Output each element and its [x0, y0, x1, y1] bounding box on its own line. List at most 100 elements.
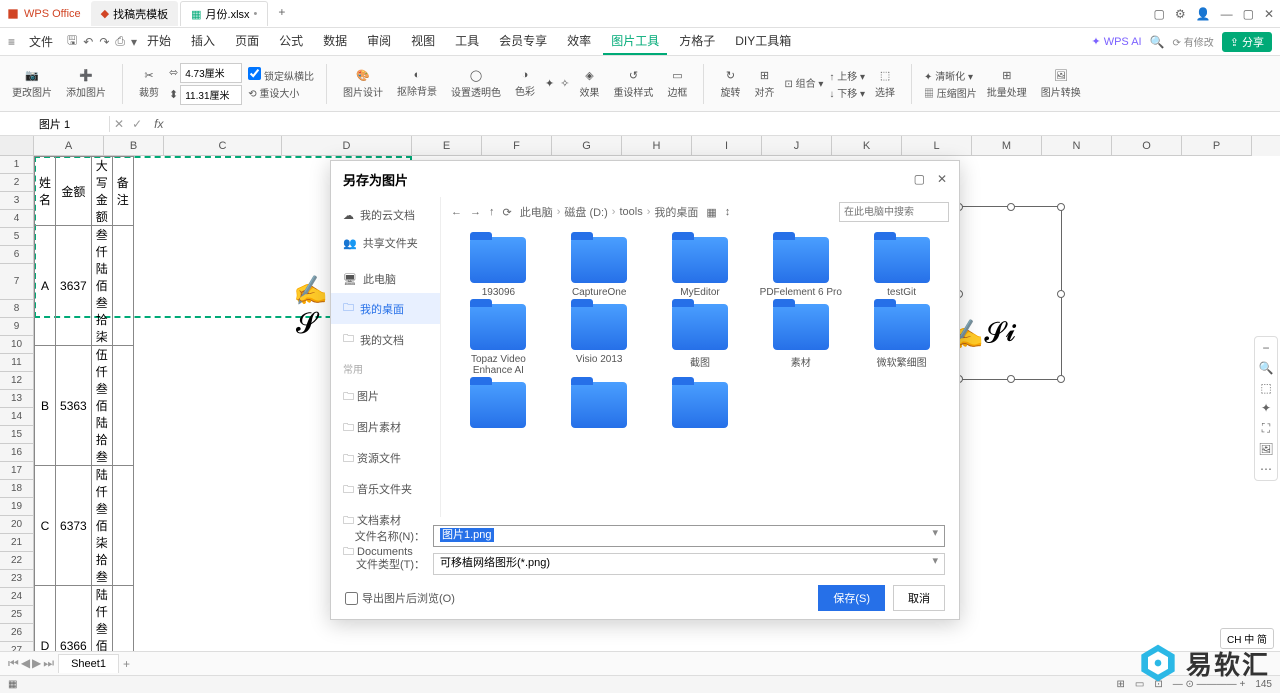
color-button[interactable]: ◑色彩: [511, 67, 539, 100]
row-4[interactable]: 4: [0, 210, 34, 228]
new-tab-button[interactable]: +: [270, 1, 293, 26]
row-1[interactable]: 1: [0, 156, 34, 174]
cell[interactable]: A: [35, 226, 56, 346]
crop-tool-icon[interactable]: ⬚: [1257, 381, 1275, 395]
sheet-next-icon[interactable]: ▶: [32, 656, 41, 671]
col-L[interactable]: L: [902, 136, 972, 156]
clarity-button[interactable]: ✦ 清晰化 ▾: [924, 68, 977, 83]
sidebar-pc[interactable]: 🖥 此电脑: [331, 265, 440, 293]
avatar-icon[interactable]: 👤: [1196, 7, 1211, 21]
cell[interactable]: C: [35, 466, 56, 586]
cell[interactable]: [112, 466, 133, 586]
folder-item[interactable]: PDFelement 6 Pro: [753, 237, 848, 298]
save-button[interactable]: 保存(S): [818, 585, 885, 611]
col-D[interactable]: D: [282, 136, 412, 156]
filename-input[interactable]: 图片1.png ▾: [433, 525, 945, 547]
magic-icon[interactable]: ✦: [1257, 401, 1275, 415]
folder-item[interactable]: 素材: [753, 304, 848, 376]
view-icon[interactable]: ▦: [706, 206, 716, 219]
sparkle-icon[interactable]: ✦: [545, 77, 554, 90]
more-tools-icon[interactable]: ⋯: [1257, 462, 1275, 476]
col-I[interactable]: I: [692, 136, 762, 156]
reset-style-button[interactable]: ↺重设样式: [609, 67, 657, 101]
folder-item[interactable]: 微软繁细图: [854, 304, 949, 376]
formula-input[interactable]: [171, 116, 1280, 131]
col-K[interactable]: K: [832, 136, 902, 156]
align-button[interactable]: ⊞对齐: [750, 67, 778, 101]
sidebar-desktop[interactable]: 🗀 我的桌面: [331, 293, 440, 324]
print-icon[interactable]: ⎙: [115, 34, 125, 49]
col-P[interactable]: P: [1182, 136, 1252, 156]
set-trans-button[interactable]: ◯设置透明色: [447, 67, 505, 101]
folder-item[interactable]: [552, 382, 647, 432]
selected-image[interactable]: ✍𝓢𝓲: [958, 206, 1062, 380]
combine-button[interactable]: ⊡ 组合 ▾: [784, 75, 823, 90]
col-F[interactable]: F: [482, 136, 552, 156]
sheet-first-icon[interactable]: ⏮: [8, 656, 19, 671]
cell[interactable]: [112, 226, 133, 346]
cell[interactable]: 陆仟叁佰柒拾叁: [91, 466, 112, 586]
nav-up-icon[interactable]: ↑: [489, 206, 495, 218]
sidebar-item[interactable]: 🗀 音乐文件夹: [331, 475, 440, 506]
row-26[interactable]: 26: [0, 624, 34, 642]
select-button[interactable]: ⬚选择: [871, 67, 899, 101]
name-box[interactable]: 图片 1: [0, 116, 110, 132]
sidebar-cloud[interactable]: ☁ 我的云文档: [331, 201, 440, 229]
zoom-out-icon[interactable]: −: [1257, 341, 1275, 355]
share-button[interactable]: ⇪ 分享: [1222, 32, 1272, 52]
sheet-last-icon[interactable]: ⏭: [43, 656, 54, 671]
menu-插入[interactable]: 插入: [183, 28, 223, 55]
row-25[interactable]: 25: [0, 606, 34, 624]
folder-item[interactable]: [451, 382, 546, 432]
row-9[interactable]: 9: [0, 318, 34, 336]
wps-ai-button[interactable]: ✦ WPS AI: [1091, 35, 1141, 48]
folder-item[interactable]: testGit: [854, 237, 949, 298]
row-23[interactable]: 23: [0, 570, 34, 588]
view-normal-icon[interactable]: ⊞: [1117, 679, 1125, 690]
folder-item[interactable]: 193096: [451, 237, 546, 298]
compress-button[interactable]: ▦ 压缩图片: [924, 85, 977, 100]
more-icon[interactable]: ▾: [131, 35, 137, 49]
cell[interactable]: 伍仟叁佰陆拾叁: [91, 346, 112, 466]
header-note[interactable]: 备注: [112, 157, 133, 226]
crop-button[interactable]: ✂裁剪: [135, 67, 163, 101]
pic-design-button[interactable]: 🎨图片设计: [339, 67, 387, 101]
row-13[interactable]: 13: [0, 390, 34, 408]
row-5[interactable]: 5: [0, 228, 34, 246]
menu-会员专享[interactable]: 会员专享: [491, 28, 555, 55]
folder-item[interactable]: [653, 382, 748, 432]
sparkle2-icon[interactable]: ✧: [560, 77, 569, 90]
cell[interactable]: 6373: [56, 466, 92, 586]
menu-页面[interactable]: 页面: [227, 28, 267, 55]
cell[interactable]: 叁仟陆佰叁拾柒: [91, 226, 112, 346]
window-icon[interactable]: ▢: [1154, 7, 1165, 21]
select-all-corner[interactable]: [0, 136, 34, 156]
col-C[interactable]: C: [164, 136, 282, 156]
folder-item[interactable]: Topaz Video Enhance AI: [451, 304, 546, 376]
row-21[interactable]: 21: [0, 534, 34, 552]
row-2[interactable]: 2: [0, 174, 34, 192]
minimize-icon[interactable]: —: [1221, 7, 1233, 21]
row-22[interactable]: 22: [0, 552, 34, 570]
sheet-tab[interactable]: Sheet1: [58, 654, 119, 673]
settings-icon[interactable]: ⚙: [1175, 7, 1186, 21]
col-O[interactable]: O: [1112, 136, 1182, 156]
row-10[interactable]: 10: [0, 336, 34, 354]
sidebar-share[interactable]: 👥 共享文件夹: [331, 229, 440, 257]
col-J[interactable]: J: [762, 136, 832, 156]
menu-效率[interactable]: 效率: [559, 28, 599, 55]
folder-item[interactable]: 截图: [653, 304, 748, 376]
sidebar-item[interactable]: 🗀 图片素材: [331, 413, 440, 444]
col-B[interactable]: B: [104, 136, 164, 156]
export-browse-check[interactable]: 导出图片后浏览(O): [345, 590, 455, 606]
width-input[interactable]: [180, 63, 242, 83]
menu-图片工具[interactable]: 图片工具: [603, 28, 667, 55]
nav-refresh-icon[interactable]: ⟳: [503, 206, 512, 219]
maximize-icon[interactable]: ▢: [1243, 7, 1254, 21]
menu-方格子[interactable]: 方格子: [671, 28, 723, 55]
col-M[interactable]: M: [972, 136, 1042, 156]
tab-close-icon[interactable]: •: [254, 8, 258, 20]
redo-icon[interactable]: ↷: [99, 35, 109, 49]
border-button[interactable]: ▭边框: [663, 67, 691, 101]
sheet-prev-icon[interactable]: ◀: [21, 656, 30, 671]
